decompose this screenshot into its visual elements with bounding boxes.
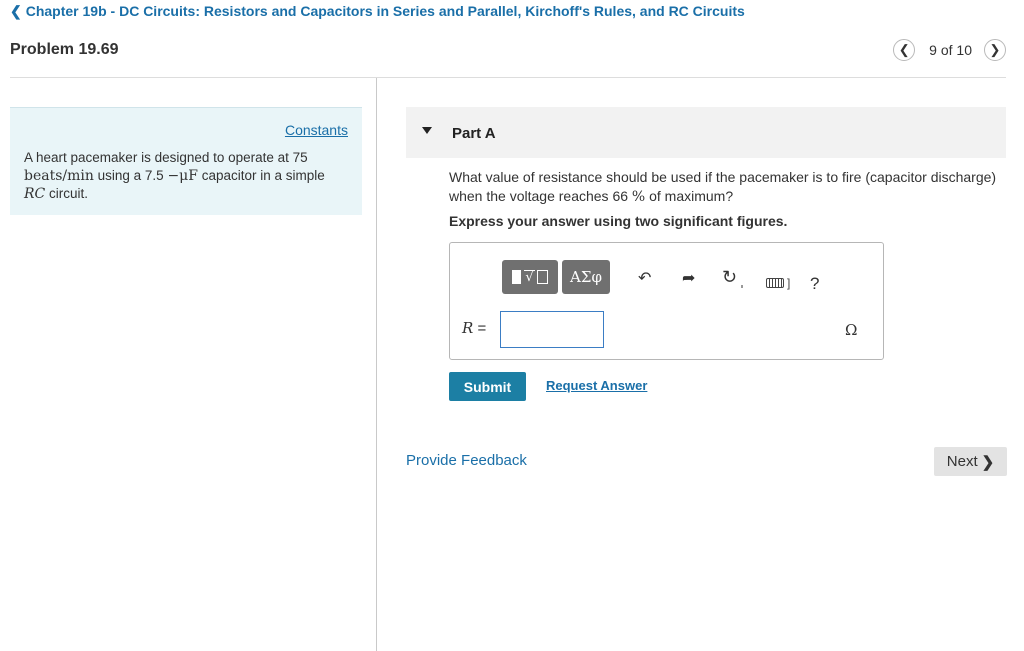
help-button[interactable]: ? bbox=[810, 274, 819, 294]
equals-sign: = bbox=[473, 320, 487, 337]
collapse-caret-icon bbox=[422, 127, 432, 134]
reset-icon[interactable]: ↻ bbox=[722, 268, 737, 286]
top-bar: ❮ Chapter 19b - DC Circuits: Resistors an… bbox=[0, 0, 1024, 24]
header-divider bbox=[10, 77, 1006, 78]
answer-variable-label: R = bbox=[462, 319, 486, 337]
answer-unit: Ω bbox=[845, 321, 858, 339]
problem-text-4: circuit. bbox=[45, 186, 89, 201]
rate-unit: beats/min bbox=[24, 168, 94, 184]
submit-button[interactable]: Submit bbox=[449, 372, 526, 401]
question-text-2: of maximum? bbox=[645, 188, 734, 204]
next-label: Next bbox=[946, 453, 978, 470]
part-a-header[interactable]: Part A bbox=[406, 107, 1006, 158]
symbols-button[interactable]: ΑΣφ bbox=[562, 260, 610, 294]
part-title: Part A bbox=[452, 125, 496, 142]
variable-symbol: R bbox=[462, 319, 474, 337]
chapter-link[interactable]: ❮ Chapter 19b - DC Circuits: Resistors an… bbox=[10, 3, 745, 20]
capacitance-unit: −μF bbox=[167, 168, 198, 184]
problem-text-1: A heart pacemaker is designed to operate… bbox=[24, 150, 308, 165]
problem-statement: A heart pacemaker is designed to operate… bbox=[24, 149, 354, 203]
undo-icon[interactable]: ↶ bbox=[638, 271, 651, 287]
problem-statement-panel: Constants A heart pacemaker is designed … bbox=[10, 107, 362, 215]
column-divider bbox=[376, 78, 377, 651]
question-text: What value of resistance should be used … bbox=[449, 168, 1009, 207]
templates-button[interactable]: √ bbox=[502, 260, 558, 294]
problem-title: Problem 19.69 bbox=[10, 41, 119, 58]
chevron-right-icon: ❯ bbox=[981, 453, 995, 471]
constants-link[interactable]: Constants bbox=[285, 122, 348, 138]
circuit-symbol: RC bbox=[24, 186, 46, 202]
problem-text-2: using a 7.5 bbox=[93, 168, 168, 183]
chevron-left-icon: ❮ bbox=[898, 42, 910, 57]
pager-count: 9 of 10 bbox=[929, 42, 972, 58]
problem-text-3: capacitor in a simple bbox=[198, 168, 325, 183]
request-answer-link[interactable]: Request Answer bbox=[546, 378, 647, 393]
resistance-answer-input[interactable] bbox=[500, 311, 604, 348]
previous-problem-button[interactable]: ❮ bbox=[893, 39, 916, 61]
keyboard-bracket: ] bbox=[787, 276, 791, 290]
chapter-link-label: Chapter 19b - DC Circuits: Resistors and… bbox=[25, 3, 745, 19]
answer-box: √ ΑΣφ ↶ ➦ ↻ ] ? R = Ω bbox=[449, 242, 884, 360]
next-button[interactable]: Next ❯ bbox=[934, 447, 1007, 476]
provide-feedback-link[interactable]: Provide Feedback bbox=[406, 452, 527, 469]
templates-icon: √ bbox=[512, 269, 548, 285]
chevron-left-icon: ❮ bbox=[10, 3, 22, 19]
pager: ❮ 9 of 10 ❯ bbox=[893, 38, 1006, 62]
chevron-right-icon: ❯ bbox=[989, 42, 1001, 57]
answer-instruction: Express your answer using two significan… bbox=[449, 213, 788, 229]
redo-icon[interactable]: ➦ bbox=[682, 271, 695, 287]
keyboard-icon[interactable] bbox=[766, 278, 784, 288]
percent-symbol: % bbox=[631, 189, 646, 205]
separator-dot bbox=[741, 285, 743, 288]
next-problem-button[interactable]: ❯ bbox=[984, 39, 1006, 61]
